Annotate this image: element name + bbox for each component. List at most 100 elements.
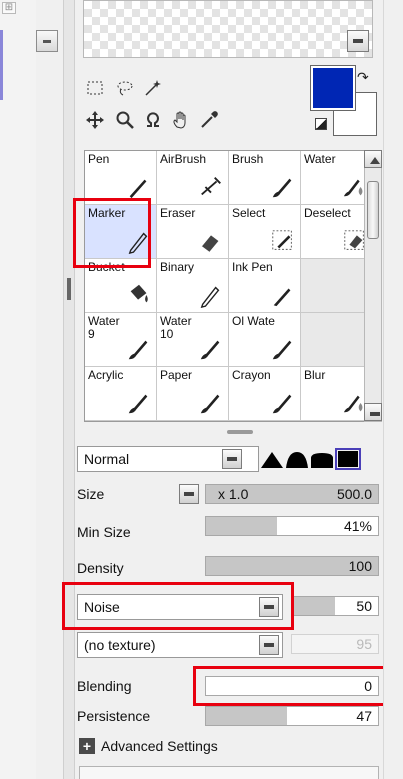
brush-grid: Pen AirBrush Brush Water Marker Eraser Select D… bbox=[84, 150, 370, 422]
brush-label: Select bbox=[232, 206, 266, 220]
pin-icon[interactable]: ⊞ bbox=[2, 2, 16, 14]
marker-icon bbox=[128, 232, 148, 254]
brush-slot-ol-wate[interactable]: Ol Wate bbox=[229, 313, 301, 367]
brush-label: Water bbox=[304, 152, 336, 166]
brush-slot-empty[interactable] bbox=[301, 313, 369, 367]
brush-label: Deselect bbox=[304, 206, 351, 220]
collapse-button[interactable] bbox=[36, 30, 58, 52]
lasso-icon[interactable] bbox=[113, 76, 137, 100]
brush-slot-binary[interactable]: Binary bbox=[157, 259, 229, 313]
brush-slot-airbrush[interactable]: AirBrush bbox=[157, 151, 229, 205]
brush-shape-flat-icon[interactable] bbox=[335, 448, 361, 470]
panel-splitter[interactable] bbox=[63, 0, 75, 779]
noise-slider[interactable]: 50 bbox=[291, 596, 379, 616]
noise-dropdown-button[interactable] bbox=[259, 597, 279, 617]
brush-icon bbox=[272, 340, 292, 360]
navigator-dropdown-button[interactable] bbox=[347, 30, 369, 52]
brush-label: Ink Pen bbox=[232, 260, 273, 274]
swap-colors-icon[interactable]: ↷ bbox=[357, 70, 369, 86]
brush-label: Ol Wate bbox=[232, 314, 275, 328]
density-slider[interactable]: 100 bbox=[205, 556, 379, 576]
brush-slot-crayon[interactable]: Crayon bbox=[229, 367, 301, 421]
ink-pen-icon bbox=[273, 288, 291, 307]
brush-label: Marker bbox=[88, 206, 126, 220]
blend-mode-dropdown-button[interactable] bbox=[222, 449, 242, 469]
brush-label: Blur bbox=[304, 368, 326, 382]
scroll-down-button[interactable] bbox=[364, 403, 382, 421]
texture-slider: 95 bbox=[291, 634, 379, 654]
brush-slot-deselect[interactable]: Deselect bbox=[301, 205, 369, 259]
tool-panel: ↷ Pen AirBrush Brush Water Marker Eraser Selec… bbox=[62, 0, 387, 779]
brush-icon bbox=[200, 340, 220, 360]
advanced-settings-toggle[interactable]: + Advanced Settings bbox=[79, 738, 218, 754]
brush-label: AirBrush bbox=[160, 152, 207, 166]
brush-slot-select[interactable]: Select bbox=[229, 205, 301, 259]
rotate-icon[interactable] bbox=[141, 108, 165, 132]
noise-select[interactable]: Noise bbox=[77, 594, 283, 620]
rect-select-icon[interactable] bbox=[83, 76, 107, 100]
selection-tools bbox=[83, 70, 293, 144]
splitter-grip-icon bbox=[67, 278, 71, 300]
brush-shape-medium-icon[interactable] bbox=[286, 450, 308, 468]
size-dropdown-button[interactable] bbox=[179, 484, 199, 504]
brush-slot-marker[interactable]: Marker bbox=[85, 205, 157, 259]
brush-grid-scrollbar[interactable] bbox=[364, 150, 382, 422]
blending-slider[interactable]: 0 bbox=[205, 676, 379, 696]
hand-icon[interactable] bbox=[169, 108, 193, 132]
scroll-thumb[interactable] bbox=[367, 181, 379, 239]
brush-slot-blur[interactable]: Blur bbox=[301, 367, 369, 421]
brush-shape-soft-icon[interactable] bbox=[261, 450, 283, 468]
scroll-up-button[interactable] bbox=[364, 150, 382, 168]
move-icon[interactable] bbox=[83, 108, 107, 132]
brush-shape-hard-icon[interactable] bbox=[311, 450, 333, 468]
density-label: Density bbox=[77, 560, 124, 576]
layer-selection-indicator bbox=[0, 30, 32, 100]
eyedropper-icon[interactable] bbox=[197, 108, 221, 132]
magic-wand-icon[interactable] bbox=[141, 76, 165, 100]
select-brush-icon bbox=[272, 230, 292, 250]
layer-panel-strip: ⊞ bbox=[0, 0, 58, 779]
bucket-icon bbox=[130, 284, 148, 303]
zoom-icon[interactable] bbox=[113, 108, 137, 132]
brush-slot-brush[interactable]: Brush bbox=[229, 151, 301, 205]
size-value: 500.0 bbox=[336, 486, 372, 502]
brush-slot-paper[interactable]: Paper bbox=[157, 367, 229, 421]
brush-label: Eraser bbox=[160, 206, 196, 220]
brush-slot-eraser[interactable]: Eraser bbox=[157, 205, 229, 259]
noise-value: 50 bbox=[356, 598, 372, 614]
persistence-label: Persistence bbox=[77, 708, 151, 724]
reset-colors-icon[interactable] bbox=[315, 118, 327, 130]
persistence-slider-fill bbox=[206, 707, 287, 725]
brush-slot-empty[interactable] bbox=[301, 259, 369, 313]
size-slider[interactable]: x 1.0 500.0 bbox=[205, 484, 379, 504]
panel-resize-handle[interactable] bbox=[227, 430, 253, 434]
texture-select-value: (no texture) bbox=[84, 637, 156, 653]
advanced-settings-label: Advanced Settings bbox=[101, 738, 218, 754]
blend-mode-value: Normal bbox=[84, 451, 130, 467]
brush-icon bbox=[272, 394, 292, 414]
brush-slot-bucket[interactable]: Bucket bbox=[85, 259, 157, 313]
brush-slot-acrylic[interactable]: Acrylic bbox=[85, 367, 157, 421]
eraser-icon bbox=[201, 235, 219, 253]
primary-color-swatch[interactable] bbox=[310, 65, 356, 111]
brush-label: Acrylic bbox=[88, 368, 124, 382]
min-size-slider[interactable]: 41% bbox=[205, 516, 379, 536]
brush-label: Crayon bbox=[232, 368, 271, 382]
brush-label: Brush bbox=[232, 152, 264, 166]
brush-slot-pen[interactable]: Pen bbox=[85, 151, 157, 205]
blending-label: Blending bbox=[77, 678, 132, 694]
density-value: 100 bbox=[348, 558, 372, 574]
texture-dropdown-button[interactable] bbox=[259, 635, 279, 655]
brush-slot-ink-pen[interactable]: Ink Pen bbox=[229, 259, 301, 313]
min-size-slider-fill bbox=[206, 517, 277, 535]
brush-icon bbox=[128, 340, 148, 360]
texture-value: 95 bbox=[356, 636, 372, 652]
brush-slot-water[interactable]: Water bbox=[301, 151, 369, 205]
persistence-slider[interactable]: 47 bbox=[205, 706, 379, 726]
advanced-settings-panel bbox=[79, 766, 379, 779]
size-label: Size bbox=[77, 486, 105, 502]
brush-label: Paper bbox=[160, 368, 193, 382]
brush-slot-water-9[interactable]: Water 9 bbox=[85, 313, 157, 367]
brush-slot-water-10[interactable]: Water 10 bbox=[157, 313, 229, 367]
texture-select[interactable]: (no texture) bbox=[77, 632, 283, 658]
